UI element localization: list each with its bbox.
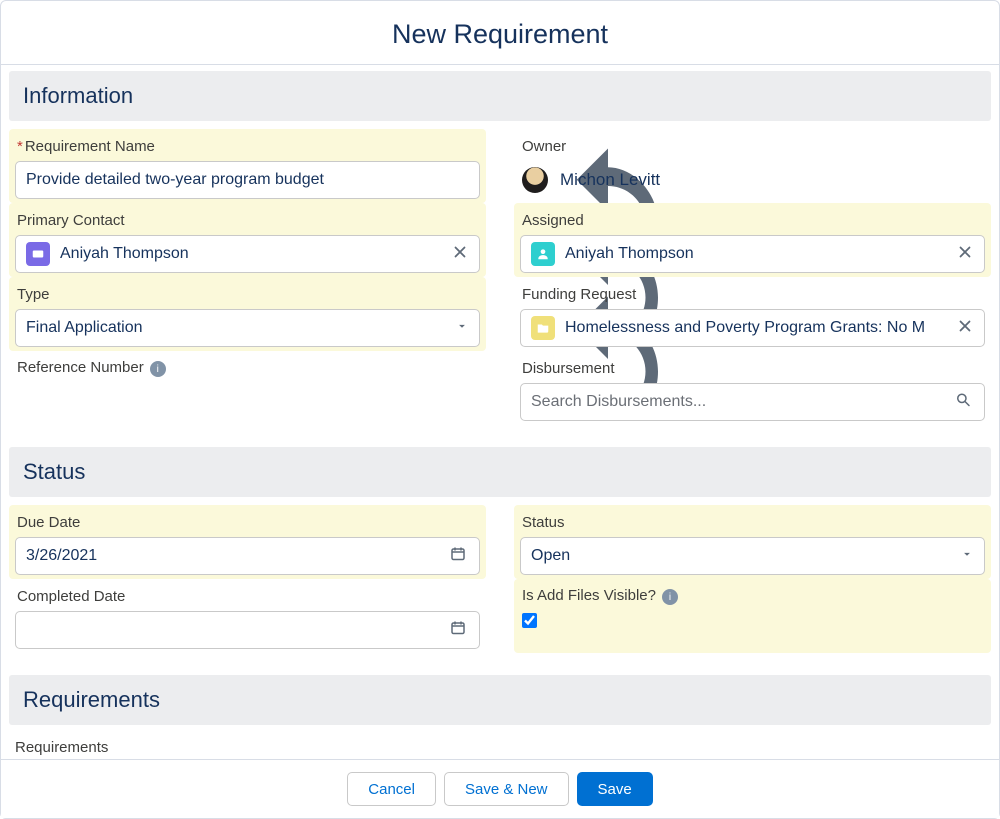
undo-icon[interactable] xyxy=(458,512,478,532)
disbursement-search-wrap xyxy=(520,383,985,421)
person-icon xyxy=(531,242,555,266)
undo-icon[interactable] xyxy=(963,586,983,606)
modal-footer: Cancel Save & New Save xyxy=(1,759,999,818)
field-funding-request: Funding Request Homelessness and Poverty… xyxy=(514,277,991,351)
completed-date-input[interactable] xyxy=(26,621,469,639)
funding-request-lookup[interactable]: Homelessness and Poverty Program Grants:… xyxy=(520,309,985,347)
chevron-down-icon xyxy=(960,547,974,566)
cancel-button[interactable]: Cancel xyxy=(347,772,436,806)
calendar-icon[interactable] xyxy=(449,619,467,642)
due-date-input[interactable] xyxy=(26,547,469,565)
status-value: Open xyxy=(531,547,570,565)
type-select[interactable]: Final Application xyxy=(15,309,480,347)
type-value: Final Application xyxy=(26,319,143,337)
field-requirement-name: *Requirement Name xyxy=(9,129,486,203)
disbursement-search-input[interactable] xyxy=(531,393,974,411)
save-button[interactable]: Save xyxy=(577,772,653,806)
field-completed-date: Completed Date xyxy=(9,579,486,653)
due-date-label: Due Date xyxy=(17,514,80,531)
assigned-label: Assigned xyxy=(522,212,584,229)
clear-assigned-icon[interactable] xyxy=(956,243,974,266)
undo-icon[interactable] xyxy=(963,512,983,532)
info-icon[interactable]: i xyxy=(150,361,166,377)
undo-icon[interactable] xyxy=(963,210,983,230)
assigned-value: Aniyah Thompson xyxy=(565,245,694,263)
clear-primary-contact-icon[interactable] xyxy=(451,243,469,266)
requirement-name-input[interactable] xyxy=(26,171,469,189)
status-select[interactable]: Open xyxy=(520,537,985,575)
section-status: Status xyxy=(9,447,991,497)
undo-icon[interactable] xyxy=(458,136,478,156)
owner-avatar-icon xyxy=(522,167,548,193)
reference-number-label: Reference Numberi xyxy=(17,359,166,378)
owner-label: Owner xyxy=(522,138,566,155)
assigned-lookup[interactable]: Aniyah Thompson xyxy=(520,235,985,273)
contact-icon xyxy=(26,242,50,266)
calendar-icon[interactable] xyxy=(449,545,467,568)
requirements-block: Requirements Salesforce Sans 12 xyxy=(9,725,991,759)
field-primary-contact: Primary Contact Aniyah Thompson xyxy=(9,203,486,277)
add-files-label: Is Add Files Visible?i xyxy=(522,587,678,606)
funding-request-label: Funding Request xyxy=(522,286,636,303)
add-files-checkbox[interactable] xyxy=(522,613,537,628)
field-type: Type Final Application xyxy=(9,277,486,351)
info-icon[interactable]: i xyxy=(662,589,678,605)
field-due-date: Due Date xyxy=(9,505,486,579)
section-information: Information xyxy=(9,71,991,121)
modal-body: Information *Requirement Name Owner xyxy=(1,65,999,759)
undo-icon[interactable] xyxy=(458,284,478,304)
disbursement-label: Disbursement xyxy=(522,360,615,377)
new-requirement-modal: New Requirement Information *Requirement… xyxy=(0,0,1000,819)
status-label: Status xyxy=(522,514,565,531)
search-icon xyxy=(954,391,972,414)
requirement-name-input-wrap xyxy=(15,161,480,199)
field-owner: Owner Michon Levitt xyxy=(514,129,991,203)
field-status: Status Open xyxy=(514,505,991,579)
field-add-files-visible: Is Add Files Visible?i xyxy=(514,579,991,653)
primary-contact-label: Primary Contact xyxy=(17,212,125,229)
status-grid: Due Date Status Open xyxy=(9,497,991,669)
funding-request-value: Homelessness and Poverty Program Grants:… xyxy=(565,319,925,337)
folder-icon xyxy=(531,316,555,340)
field-reference-number: Reference Numberi xyxy=(9,351,486,425)
information-grid: *Requirement Name Owner Michon Levitt xyxy=(9,121,991,441)
chevron-down-icon xyxy=(455,319,469,338)
save-and-new-button[interactable]: Save & New xyxy=(444,772,569,806)
completed-date-label: Completed Date xyxy=(17,588,125,605)
due-date-input-wrap xyxy=(15,537,480,575)
modal-header: New Requirement xyxy=(1,1,999,65)
requirements-label: Requirements xyxy=(15,733,985,759)
field-disbursement: Disbursement xyxy=(514,351,991,425)
requirement-name-label: *Requirement Name xyxy=(17,138,155,155)
undo-icon[interactable] xyxy=(458,210,478,230)
primary-contact-value: Aniyah Thompson xyxy=(60,245,189,263)
primary-contact-lookup[interactable]: Aniyah Thompson xyxy=(15,235,480,273)
owner-name: Michon Levitt xyxy=(560,170,660,190)
field-assigned: Assigned Aniyah Thompson xyxy=(514,203,991,277)
clear-funding-request-icon[interactable] xyxy=(956,317,974,340)
section-requirements: Requirements xyxy=(9,675,991,725)
type-label: Type xyxy=(17,286,50,303)
modal-title: New Requirement xyxy=(1,19,999,50)
completed-date-input-wrap xyxy=(15,611,480,649)
